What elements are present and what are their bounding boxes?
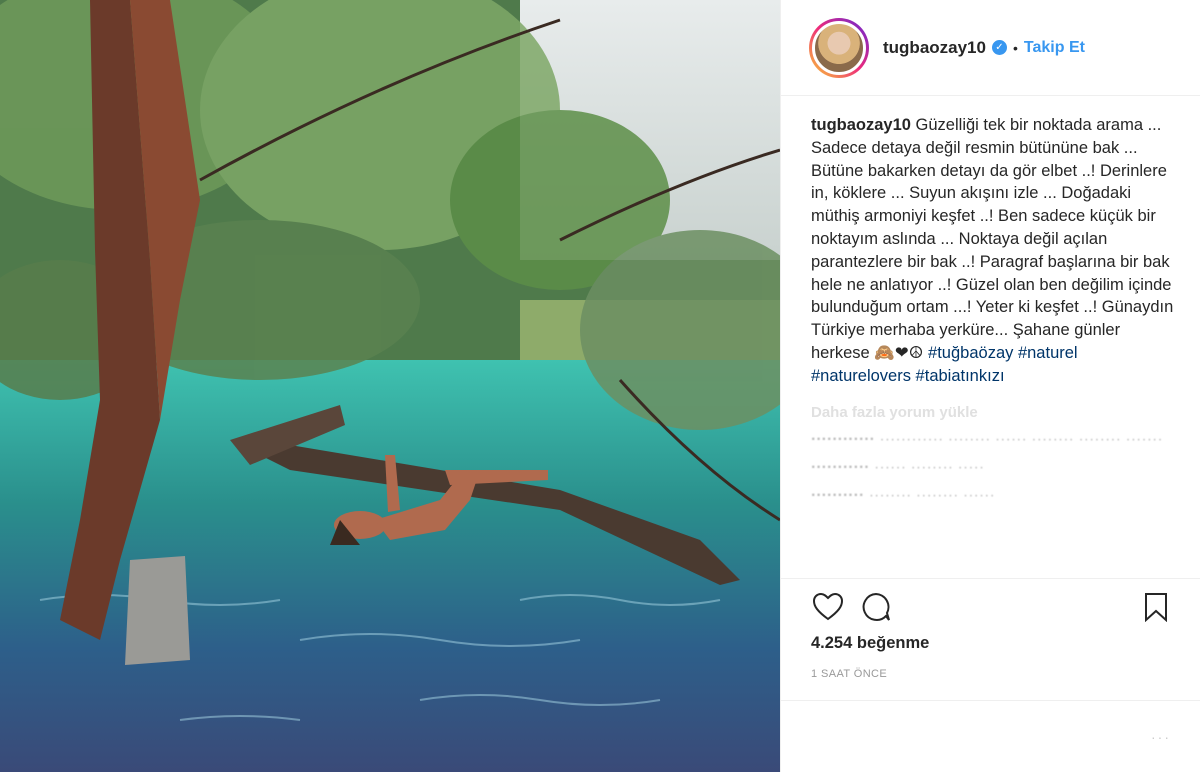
post-time[interactable]: 1 SAAT ÖNCE	[811, 668, 887, 680]
post-caption: tugbaozay10 Güzelliği tek bir noktada ar…	[781, 96, 1200, 500]
follow-button[interactable]: Takip Et	[1024, 39, 1085, 57]
caption-text: Güzelliği tek bir noktada arama ... Sade…	[811, 116, 1174, 362]
bookmark-icon[interactable]	[1139, 590, 1173, 624]
blurred-comment: ············ ············ ········ ·····…	[811, 431, 1163, 449]
verified-badge-icon: ✓	[991, 40, 1007, 55]
add-comment-area[interactable]: ···	[781, 700, 1200, 772]
comment-bubble-icon[interactable]	[859, 590, 893, 624]
post-photo[interactable]	[0, 0, 780, 772]
caption-username[interactable]: tugbaozay10	[811, 116, 911, 134]
header-username[interactable]: tugbaozay10	[883, 38, 986, 58]
load-more-comments[interactable]: Daha fazla yorum yükle	[811, 402, 1176, 425]
separator-dot: •	[1012, 39, 1018, 56]
blurred-comment: ··········· ······ ········ ·····	[811, 459, 985, 477]
post-side-panel: tugbaozay10 ✓ • Takip Et tugbaozay10 Güz…	[780, 0, 1200, 772]
post-actions	[781, 578, 1200, 634]
post-header: tugbaozay10 ✓ • Takip Et	[781, 0, 1200, 96]
likes-count[interactable]: 4.254 beğenme	[811, 634, 929, 653]
blurred-comment: ·········· ········ ········ ······	[811, 487, 995, 500]
more-options-icon[interactable]: ···	[1151, 729, 1171, 745]
avatar-image	[812, 20, 866, 75]
heart-icon[interactable]	[811, 590, 845, 624]
avatar[interactable]	[809, 17, 869, 78]
instagram-post: tugbaozay10 ✓ • Takip Et tugbaozay10 Güz…	[0, 0, 1200, 772]
river-tree-photo	[0, 0, 780, 772]
